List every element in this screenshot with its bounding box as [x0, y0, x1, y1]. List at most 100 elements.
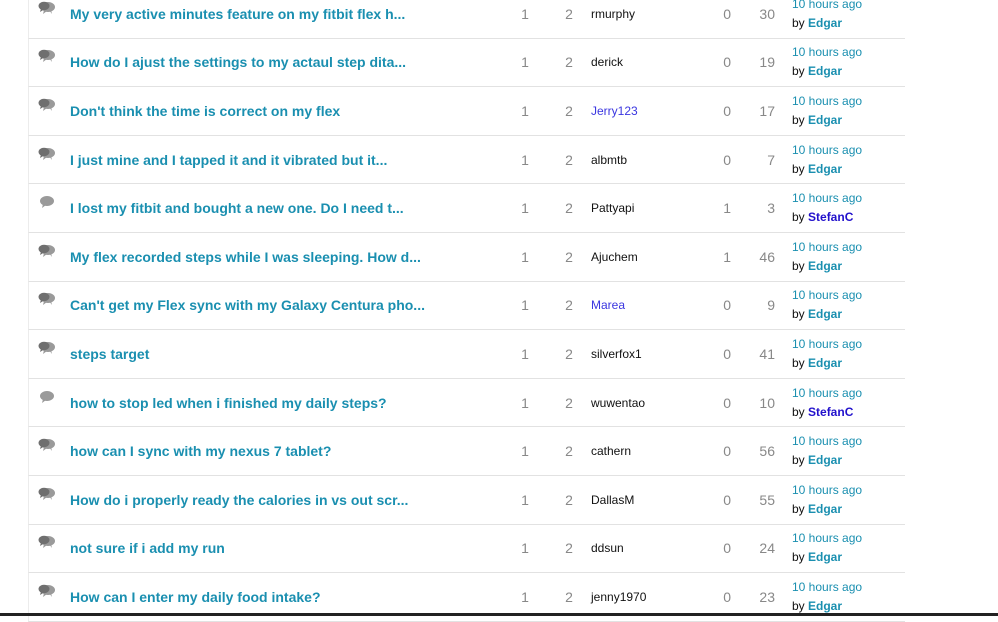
last-post-user-link[interactable]: Edgar	[808, 599, 842, 613]
author-name[interactable]: Marea	[591, 298, 625, 312]
topic-title-link[interactable]: Don't think the time is correct on my fl…	[70, 103, 340, 119]
by-prefix: by	[792, 453, 809, 468]
post-count: 2	[565, 151, 573, 168]
views-count: 1	[521, 540, 529, 557]
last-post-time-link[interactable]: 10 hours ago	[792, 335, 862, 354]
last-post-info: 10 hours ago by Edgar	[792, 92, 862, 130]
author-name[interactable]: Jerry123	[591, 104, 638, 118]
topic-title-link[interactable]: how can I sync with my nexus 7 tablet?	[70, 443, 331, 459]
last-post-user-link[interactable]: Edgar	[808, 113, 842, 127]
topic-title-link[interactable]: My flex recorded steps while I was sleep…	[70, 249, 421, 265]
topic-title-link[interactable]: My very active minutes feature on my fit…	[70, 6, 405, 22]
by-prefix: by	[792, 501, 809, 516]
views-count: 1	[521, 248, 529, 265]
views-count: 1	[521, 200, 529, 217]
table-row: My very active minutes feature on my fit…	[28, 0, 905, 39]
topic-title-link[interactable]: not sure if i add my run	[70, 540, 225, 556]
topic-title-link[interactable]: How do i properly ready the calories in …	[70, 492, 408, 508]
author-name: DallasM	[591, 492, 635, 507]
topic-title-link[interactable]: How can I enter my daily food intake?	[70, 589, 321, 605]
last-post-user-link[interactable]: StefanC	[808, 405, 853, 419]
last-post-user-link[interactable]: Edgar	[808, 16, 842, 30]
last-post-time-link[interactable]: 10 hours ago	[792, 432, 862, 451]
table-row: How do i properly ready the calories in …	[28, 475, 905, 525]
last-post-info: 10 hours ago by Edgar	[792, 578, 862, 616]
topic-title-link[interactable]: I just mine and I tapped it and it vibra…	[70, 152, 387, 168]
by-prefix: by	[792, 355, 809, 370]
last-post-time-link[interactable]: 10 hours ago	[792, 286, 862, 305]
topic-title-link[interactable]: how to stop led when i finished my daily…	[70, 395, 387, 411]
post-count: 2	[565, 345, 573, 362]
views-count: 1	[521, 345, 529, 362]
last-post-info: 10 hours ago by StefanC	[792, 384, 862, 422]
last-post-user-link[interactable]: Edgar	[808, 64, 842, 78]
last-post-info: 10 hours ago by Edgar	[792, 335, 862, 373]
last-post-time-link[interactable]: 10 hours ago	[792, 43, 862, 62]
post-count: 2	[565, 394, 573, 411]
post-count: 2	[565, 5, 573, 22]
speech-bubbles-icon	[38, 438, 55, 452]
replies-count: 55	[759, 491, 775, 508]
last-post-time-link[interactable]: 10 hours ago	[792, 529, 862, 548]
author-name: silverfox1	[591, 346, 642, 361]
kudos-count: 0	[723, 102, 731, 119]
topic-title-link[interactable]: Can't get my Flex sync with my Galaxy Ce…	[70, 297, 425, 313]
by-prefix: by	[792, 112, 809, 127]
post-count: 2	[565, 54, 573, 71]
views-count: 1	[521, 5, 529, 22]
by-prefix: by	[792, 15, 809, 30]
last-post-user-link[interactable]: Edgar	[808, 502, 842, 516]
table-row: not sure if i add my run 1 2 ddsun 0 24 …	[28, 524, 905, 574]
by-prefix: by	[792, 404, 809, 419]
by-prefix: by	[792, 550, 809, 565]
post-count: 2	[565, 443, 573, 460]
table-row: My flex recorded steps while I was sleep…	[28, 232, 905, 282]
last-post-user-link[interactable]: Edgar	[808, 162, 842, 176]
by-prefix: by	[792, 161, 809, 176]
last-post-user-link[interactable]: Edgar	[808, 453, 842, 467]
table-row: Can't get my Flex sync with my Galaxy Ce…	[28, 281, 905, 331]
last-post-info: 10 hours ago by Edgar	[792, 286, 862, 324]
post-count: 2	[565, 102, 573, 119]
table-row: steps target 1 2 silverfox1 0 41 10 hour…	[28, 330, 905, 379]
replies-count: 41	[759, 345, 775, 362]
last-post-info: 10 hours ago by Edgar	[792, 141, 862, 179]
views-count: 1	[521, 588, 529, 605]
replies-count: 19	[759, 54, 775, 71]
views-count: 1	[521, 54, 529, 71]
last-post-time-link[interactable]: 10 hours ago	[792, 238, 862, 257]
last-post-info: 10 hours ago by Edgar	[792, 481, 862, 519]
last-post-info: 10 hours ago by Edgar	[792, 43, 862, 81]
last-post-user-link[interactable]: Edgar	[808, 307, 842, 321]
last-post-info: 10 hours ago by Edgar	[792, 432, 862, 470]
replies-count: 56	[759, 443, 775, 460]
table-row: how can I sync with my nexus 7 tablet? 1…	[28, 427, 905, 476]
replies-count: 3	[767, 200, 775, 217]
last-post-time-link[interactable]: 10 hours ago	[792, 0, 862, 14]
views-count: 1	[521, 394, 529, 411]
replies-count: 10	[759, 394, 775, 411]
post-count: 2	[565, 248, 573, 265]
last-post-time-link[interactable]: 10 hours ago	[792, 92, 862, 111]
last-post-user-link[interactable]: StefanC	[808, 210, 853, 224]
last-post-info: 10 hours ago by StefanC	[792, 189, 862, 227]
last-post-time-link[interactable]: 10 hours ago	[792, 189, 862, 208]
kudos-count: 1	[723, 248, 731, 265]
topic-title-link[interactable]: How do I ajust the settings to my actaul…	[70, 54, 406, 70]
speech-bubbles-icon	[38, 584, 55, 598]
author-name: wuwentao	[591, 395, 646, 410]
last-post-time-link[interactable]: 10 hours ago	[792, 481, 862, 500]
last-post-user-link[interactable]: Edgar	[808, 259, 842, 273]
last-post-time-link[interactable]: 10 hours ago	[792, 384, 862, 403]
views-count: 1	[521, 443, 529, 460]
author-name: ddsun	[591, 541, 624, 556]
topic-title-link[interactable]: steps target	[70, 346, 149, 362]
last-post-time-link[interactable]: 10 hours ago	[792, 578, 862, 597]
speech-bubbles-icon	[38, 98, 55, 112]
last-post-user-link[interactable]: Edgar	[808, 550, 842, 564]
replies-count: 46	[759, 248, 775, 265]
last-post-user-link[interactable]: Edgar	[808, 356, 842, 370]
last-post-time-link[interactable]: 10 hours ago	[792, 141, 862, 160]
speech-bubbles-icon	[38, 1, 55, 15]
topic-title-link[interactable]: I lost my fitbit and bought a new one. D…	[70, 200, 404, 216]
